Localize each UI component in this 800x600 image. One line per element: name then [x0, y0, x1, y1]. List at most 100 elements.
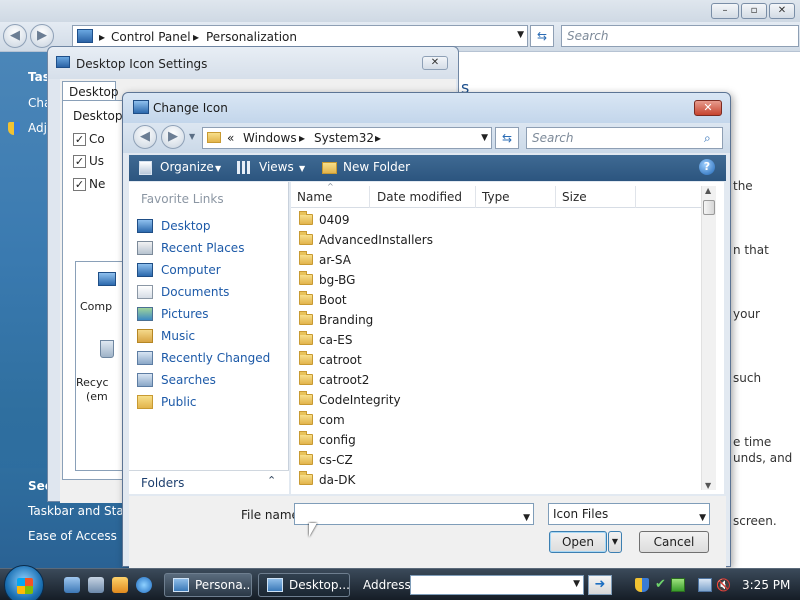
- file-name: da-DK: [319, 473, 356, 487]
- tab-desktop[interactable]: Desktop: [62, 81, 119, 101]
- network-icon[interactable]: [698, 578, 712, 592]
- favorite-link-label: Pictures: [161, 307, 209, 321]
- computer-icon: [98, 272, 116, 286]
- icon-preview-box[interactable]: Comp Recyc (em: [75, 261, 127, 471]
- go-arrow-icon[interactable]: ➜: [588, 575, 612, 595]
- chevron-down-icon[interactable]: ▼: [699, 508, 706, 528]
- help-icon[interactable]: ?: [699, 159, 715, 175]
- favorite-link-public[interactable]: Public: [137, 393, 285, 413]
- chevron-down-icon[interactable]: ▼: [573, 579, 580, 589]
- checkbox[interactable]: ✓: [73, 178, 86, 191]
- file-list-item[interactable]: Branding: [297, 310, 597, 330]
- refresh-button[interactable]: ⇆: [530, 25, 554, 47]
- back-button[interactable]: ◀: [133, 125, 157, 149]
- close-button[interactable]: ✕: [769, 3, 795, 19]
- file-name: cs-CZ: [319, 453, 353, 467]
- search-input[interactable]: Search: [526, 127, 723, 149]
- security-shield-icon[interactable]: [635, 578, 649, 592]
- file-list-item[interactable]: cs-CZ: [297, 450, 597, 470]
- file-list-item[interactable]: catroot: [297, 350, 597, 370]
- favorite-link-pictures[interactable]: Pictures: [137, 305, 285, 325]
- taskbar-button-label: Desktop...: [289, 578, 350, 592]
- minimize-button[interactable]: –: [711, 3, 739, 19]
- start-button[interactable]: [4, 565, 44, 600]
- vertical-scrollbar[interactable]: ▲ ▼: [701, 186, 716, 490]
- chevron-down-icon[interactable]: ▼: [215, 164, 221, 173]
- volume-muted-icon[interactable]: 🔇: [716, 578, 731, 592]
- views-button[interactable]: Views: [259, 160, 294, 174]
- file-list-item[interactable]: Boot: [297, 290, 597, 310]
- file-list-item[interactable]: ca-ES: [297, 330, 597, 350]
- pictures-icon: [137, 307, 153, 321]
- path-bar[interactable]: « Windows ▸ System32 ▸ ▼: [202, 127, 492, 149]
- task-link[interactable]: Adj: [28, 121, 47, 135]
- breadcrumb-personalization[interactable]: Personalization: [206, 30, 297, 44]
- file-name-input[interactable]: ▼: [294, 503, 534, 525]
- file-type-select[interactable]: Icon Files ▼: [548, 503, 710, 525]
- close-button[interactable]: ✕: [694, 100, 722, 116]
- show-desktop-icon[interactable]: [64, 577, 80, 593]
- search-input[interactable]: Search: [561, 25, 799, 47]
- chevron-down-icon[interactable]: ▼: [299, 164, 305, 173]
- address-bar[interactable]: ▸ Control Panel ▸ Personalization ▼: [72, 25, 528, 47]
- ease-of-access-link[interactable]: Ease of Access: [28, 529, 117, 543]
- file-list-item[interactable]: CodeIntegrity: [297, 390, 597, 410]
- address-toolbar-input[interactable]: ▼: [410, 575, 584, 595]
- chevron-down-icon[interactable]: ▼: [523, 508, 530, 528]
- switch-windows-icon[interactable]: [88, 577, 104, 593]
- internet-explorer-icon[interactable]: [136, 577, 152, 593]
- taskbar-button-desktop-icon-settings[interactable]: Desktop...: [258, 573, 350, 597]
- open-button[interactable]: Open: [549, 531, 607, 553]
- new-folder-button[interactable]: New Folder: [343, 160, 410, 174]
- refresh-button[interactable]: ⇆: [495, 127, 519, 149]
- file-list-item[interactable]: 0409: [297, 210, 597, 230]
- file-list-item[interactable]: catroot2: [297, 370, 597, 390]
- file-list-item[interactable]: config: [297, 430, 597, 450]
- open-dropdown-button[interactable]: ▼: [608, 531, 622, 553]
- chevron-up-icon[interactable]: ⌃: [267, 474, 276, 487]
- breadcrumb-windows[interactable]: Windows: [243, 131, 297, 145]
- favorite-link-documents[interactable]: Documents: [137, 283, 285, 303]
- organize-button[interactable]: Organize: [160, 160, 214, 174]
- favorite-link-desktop[interactable]: Desktop: [137, 217, 285, 237]
- file-list-item[interactable]: da-DK: [297, 470, 597, 490]
- checkmark-icon[interactable]: ✔: [655, 578, 669, 592]
- chevron-down-icon[interactable]: ▼: [189, 132, 195, 141]
- organize-icon: [139, 161, 152, 175]
- favorite-link-music[interactable]: Music: [137, 327, 285, 347]
- favorite-link-searches[interactable]: Searches: [137, 371, 285, 391]
- scroll-thumb[interactable]: [703, 200, 715, 215]
- clock[interactable]: 3:25 PM: [742, 578, 790, 592]
- forward-button[interactable]: ▶: [30, 24, 54, 48]
- folder-icon: [299, 291, 313, 305]
- folders-toggle[interactable]: Folders ⌃: [129, 470, 289, 494]
- taskbar-button-personalization[interactable]: Persona...: [164, 573, 252, 597]
- file-list-item[interactable]: AdvancedInstallers: [297, 230, 597, 250]
- favorite-link-computer[interactable]: Computer: [137, 261, 285, 281]
- back-button[interactable]: ◀: [3, 24, 27, 48]
- file-list-item[interactable]: bg-BG: [297, 270, 597, 290]
- taskbar-start-link[interactable]: Taskbar and Start: [28, 504, 133, 518]
- scroll-down-arrow-icon[interactable]: ▼: [705, 481, 711, 490]
- search-icon[interactable]: ⌕: [704, 131, 711, 146]
- chevron-down-icon[interactable]: ▼: [481, 133, 488, 143]
- cancel-button[interactable]: Cancel: [639, 531, 709, 553]
- maximize-button[interactable]: ▫: [741, 3, 767, 19]
- chevron-down-icon[interactable]: ▼: [517, 30, 524, 40]
- favorite-link-recently-changed[interactable]: Recently Changed: [137, 349, 285, 369]
- favorite-link-recent-places[interactable]: Recent Places: [137, 239, 285, 259]
- breadcrumb-system32[interactable]: System32: [314, 131, 374, 145]
- checkbox[interactable]: ✓: [73, 155, 86, 168]
- file-list-item[interactable]: ar-SA: [297, 250, 597, 270]
- breadcrumb-control-panel[interactable]: Control Panel: [111, 30, 191, 44]
- breadcrumb-overflow-icon[interactable]: «: [227, 131, 234, 145]
- media-player-icon[interactable]: [112, 577, 128, 593]
- forward-button[interactable]: ▶: [161, 125, 185, 149]
- file-name: catroot: [319, 353, 362, 367]
- checkbox[interactable]: ✓: [73, 133, 86, 146]
- file-list-item[interactable]: com: [297, 410, 597, 430]
- security-center-icon[interactable]: [671, 578, 685, 592]
- scroll-up-arrow-icon[interactable]: ▲: [705, 186, 711, 195]
- dialog-title: Desktop Icon Settings: [76, 57, 208, 71]
- close-button[interactable]: ✕: [422, 56, 448, 70]
